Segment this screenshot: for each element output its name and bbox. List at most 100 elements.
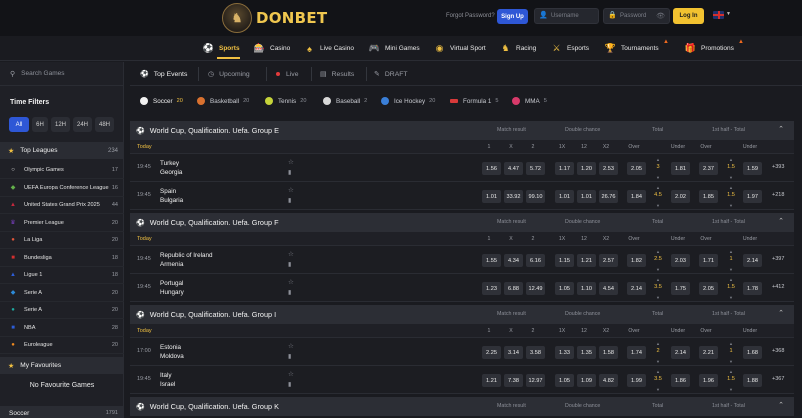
tab-live[interactable]: Live [276, 62, 298, 86]
sport-tennis[interactable]: Tennis 20 [265, 89, 306, 113]
odds-button[interactable]: 1.85 [699, 190, 718, 203]
statistics-icon[interactable]: ▮ [288, 381, 291, 388]
odds-button[interactable]: 1.97 [743, 190, 762, 203]
nav-promotions[interactable]: 🎁 Promotions ▲ [685, 39, 744, 56]
chevron-down-icon[interactable]: ▼ [653, 359, 663, 364]
statistics-icon[interactable]: ▮ [288, 261, 291, 268]
login-button[interactable]: Log In [673, 8, 704, 24]
chevron-down-icon[interactable]: ▼ [653, 387, 663, 392]
odds-button[interactable]: 33.92 [504, 190, 523, 203]
league-item[interactable]: ▲ United States Grand Prix 2025 44 [0, 197, 124, 214]
chevron-up-icon[interactable]: ⌃ [778, 401, 784, 409]
time-filter-24h[interactable]: 24H [73, 117, 92, 132]
odds-button[interactable]: 1.71 [699, 254, 718, 267]
odds-button[interactable]: 1.35 [577, 346, 596, 359]
league-item[interactable]: ● Euroleague 20 [0, 337, 124, 354]
chevron-up-icon[interactable]: ▲ [653, 157, 663, 162]
odds-button[interactable]: 1.59 [743, 162, 762, 175]
favourite-star-icon[interactable]: ☆ [288, 186, 294, 194]
odds-button[interactable]: 2.14 [627, 282, 646, 295]
group-header[interactable]: ⚽ World Cup, Qualification. Uefa. Group E… [130, 121, 794, 140]
group-header[interactable]: ⚽ World Cup, Qualification. Uefa. Group K… [130, 397, 794, 416]
odds-button[interactable]: 6.88 [504, 282, 523, 295]
more-markets-link[interactable]: +393 [772, 164, 784, 170]
favourite-star-icon[interactable]: ☆ [288, 342, 294, 350]
statistics-icon[interactable]: ▮ [288, 289, 291, 296]
odds-button[interactable]: 1.17 [555, 162, 574, 175]
odds-button[interactable]: 1.33 [555, 346, 574, 359]
odds-button[interactable]: 2.14 [671, 346, 690, 359]
odds-button[interactable]: 12.97 [526, 374, 545, 387]
odds-button[interactable]: 3.58 [526, 346, 545, 359]
more-markets-link[interactable]: +218 [772, 192, 784, 198]
match-row[interactable]: 19:45 Turkey Georgia ☆ ▮ 1.56 4.47 5.72 1.17 1.20… [130, 154, 794, 182]
chevron-down-icon[interactable]: ▼ [726, 359, 736, 364]
nav-mini-games[interactable]: 🎮 Mini Games [369, 41, 420, 56]
sport-soccer[interactable]: Soccer 20 [140, 89, 183, 113]
odds-button[interactable]: 7.38 [504, 374, 523, 387]
odds-button[interactable]: 1.68 [743, 346, 762, 359]
time-filter-6h[interactable]: 6H [32, 117, 48, 132]
odds-button[interactable]: 1.01 [482, 190, 501, 203]
odds-button[interactable]: 3.14 [504, 346, 523, 359]
odds-button[interactable]: 1.75 [671, 282, 690, 295]
odds-button[interactable]: 1.55 [482, 254, 501, 267]
sport-basketball[interactable]: Basketball 20 [197, 89, 249, 113]
my-favourites-header[interactable]: ★ My Favourites [0, 357, 124, 374]
statistics-icon[interactable]: ▮ [288, 169, 291, 176]
chevron-up-icon[interactable]: ⌃ [778, 125, 784, 133]
league-item[interactable]: ▲ Ligue 1 18 [0, 267, 124, 284]
odds-button[interactable]: 1.99 [627, 374, 646, 387]
odds-button[interactable]: 1.56 [482, 162, 501, 175]
more-markets-link[interactable]: +368 [772, 348, 784, 354]
odds-button[interactable]: 26.76 [599, 190, 618, 203]
odds-button[interactable]: 2.03 [671, 254, 690, 267]
favourite-star-icon[interactable]: ☆ [288, 250, 294, 258]
odds-button[interactable]: 1.96 [699, 374, 718, 387]
league-item[interactable]: ◆ UEFA Europa Conference League 16 [0, 180, 124, 197]
tab-top-events[interactable]: ⚽ Top Events [140, 62, 187, 86]
chevron-up-icon[interactable]: ▲ [653, 369, 663, 374]
chevron-down-icon[interactable]: ▼ [726, 175, 736, 180]
chevron-down-icon[interactable]: ▼ [726, 387, 736, 392]
odds-button[interactable]: 1.74 [627, 346, 646, 359]
sport-mma[interactable]: MMA 5 [512, 89, 547, 113]
odds-button[interactable]: 5.72 [526, 162, 545, 175]
odds-button[interactable]: 2.21 [699, 346, 718, 359]
odds-button[interactable]: 1.05 [555, 374, 574, 387]
odds-button[interactable]: 2.05 [699, 282, 718, 295]
chevron-down-icon[interactable]: ▼ [726, 203, 736, 208]
group-header[interactable]: ⚽ World Cup, Qualification. Uefa. Group I… [130, 305, 794, 324]
favourite-star-icon[interactable]: ☆ [288, 278, 294, 286]
match-row[interactable]: 19:45 Republic of Ireland Armenia ☆ ▮ 1.55 4.3… [130, 246, 794, 274]
odds-button[interactable]: 1.58 [599, 346, 618, 359]
nav-sports[interactable]: ⚽ Sports [203, 41, 240, 59]
odds-button[interactable]: 4.47 [504, 162, 523, 175]
time-filter-all[interactable]: All [9, 117, 29, 132]
chevron-up-icon[interactable]: ▲ [653, 277, 663, 282]
odds-button[interactable]: 2.57 [599, 254, 618, 267]
league-item[interactable]: ○ Olympic Games 17 [0, 162, 124, 179]
brand-logo[interactable]: ♞ DONBET [222, 3, 327, 33]
chevron-up-icon[interactable]: ▲ [653, 249, 663, 254]
nav-racing[interactable]: ♞ Racing [500, 41, 536, 56]
eye-icon[interactable]: 👁 [656, 12, 665, 20]
odds-button[interactable]: 1.20 [577, 162, 596, 175]
chevron-up-icon[interactable]: ▲ [726, 157, 736, 162]
sport-ice-hockey[interactable]: Ice Hockey 20 [381, 89, 435, 113]
odds-button[interactable]: 1.78 [743, 282, 762, 295]
nav-virtual-sport[interactable]: ◉ Virtual Sport [434, 41, 486, 56]
chevron-up-icon[interactable]: ▲ [726, 185, 736, 190]
odds-button[interactable]: 1.01 [555, 190, 574, 203]
username-field[interactable]: 👤 Username [534, 8, 599, 24]
chevron-down-icon[interactable]: ▼ [726, 11, 731, 17]
match-row[interactable]: 17:00 Estonia Moldova ☆ ▮ 2.25 3.14 3.58 1.33 1.3… [130, 338, 794, 366]
odds-button[interactable]: 1.10 [577, 282, 596, 295]
match-row[interactable]: 19:45 Spain Bulgaria ☆ ▮ 1.01 33.92 99.10 1.01 1.… [130, 182, 794, 210]
sport-formula-1[interactable]: Formula 1 5 [450, 89, 498, 113]
league-item[interactable]: ◆ Serie A 20 [0, 285, 124, 302]
search-games-input[interactable]: ⚲ Search Games [0, 62, 124, 86]
league-item[interactable]: ● Serie A 20 [0, 302, 124, 319]
chevron-down-icon[interactable]: ▼ [653, 203, 663, 208]
odds-button[interactable]: 1.88 [743, 374, 762, 387]
